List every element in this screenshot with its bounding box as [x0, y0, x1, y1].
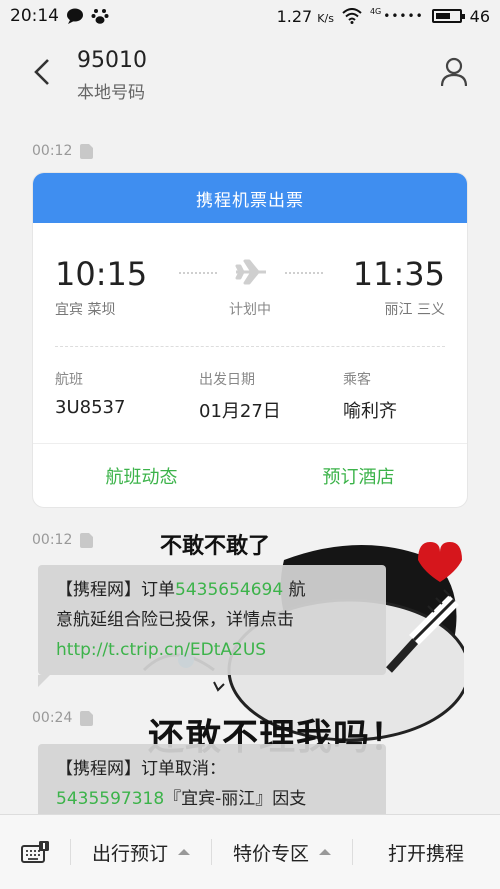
contact-number: 95010	[77, 48, 147, 73]
flight-status-button[interactable]: 航班动态	[33, 444, 250, 507]
flight-number: 3U8537	[55, 397, 126, 418]
sticker-top-text: 不敢不敢了	[160, 534, 271, 559]
sim-icon	[80, 532, 94, 548]
passenger-name: 喻利齐	[343, 401, 397, 422]
chevron-left-icon	[34, 59, 49, 85]
person-icon	[441, 57, 467, 87]
status-bar: 20:14 1.27 K/s 4G ••••• 46	[0, 0, 500, 32]
departure-date: 01月27日	[199, 401, 281, 422]
wifi-icon	[342, 8, 362, 24]
message-prefix: 【携程网】订单	[56, 580, 175, 600]
timestamp-text: 00:24	[32, 710, 73, 726]
flight-route: 10:15 宜宾 菜坝 计划中 11:35 丽江 三义	[33, 223, 467, 343]
date-label: 出发日期	[199, 372, 255, 388]
menu-open-ctrip[interactable]: 打开携程	[353, 815, 499, 889]
arrival-time: 11:35	[352, 255, 445, 293]
status-time: 20:14	[10, 6, 59, 26]
passenger-label: 乘客	[343, 372, 371, 388]
menu-label: 打开携程	[387, 842, 464, 865]
menu-label: 出行预订	[91, 842, 168, 865]
message-text: 航	[283, 580, 306, 600]
network-type: 4G	[369, 6, 382, 16]
message-timestamp: 00:12	[32, 143, 94, 159]
contact-profile-button[interactable]	[434, 52, 474, 92]
timestamp-text: 00:12	[32, 143, 73, 159]
message-bubble[interactable]: 【携程网】订单5435654694 航 意航延组合险已投保，详情点击 http:…	[38, 565, 386, 687]
airplane-icon	[235, 259, 266, 285]
message-text: 『宜宾-丽江』因支	[164, 789, 307, 809]
book-hotel-button[interactable]: 预订酒店	[250, 444, 467, 507]
flight-ticket-card[interactable]: 携程机票出票 10:15 宜宾 菜坝 计划中 11:35 丽江 三义 航班 3U…	[32, 172, 468, 508]
contact-label: 本地号码	[77, 83, 145, 103]
message-text: 意航延组合险已投保，详情点击	[56, 610, 294, 630]
network-speed-unit: K/s	[317, 11, 334, 25]
sim-icon	[80, 710, 94, 726]
departure-time: 10:15	[55, 255, 148, 293]
card-header: 携程机票出票	[33, 173, 467, 223]
arrival-city: 丽江 三义	[384, 302, 445, 318]
message-text: 【携程网】订单取消：	[56, 759, 226, 779]
order-number-link[interactable]: 5435654694	[175, 580, 283, 600]
triangle-up-icon	[319, 849, 331, 855]
menu-special-deals[interactable]: 特价专区	[212, 815, 352, 889]
back-button[interactable]	[22, 50, 62, 94]
paw-notification-icon	[91, 9, 109, 24]
network-speed: 1.27	[276, 6, 313, 26]
flight-label: 航班	[55, 372, 83, 388]
timestamp-text: 00:12	[32, 532, 73, 548]
message-timestamp: 00:24	[32, 710, 94, 726]
menu-travel-booking[interactable]: 出行预订	[71, 815, 211, 889]
signal-dots: •••••	[383, 9, 424, 23]
battery-level: 46	[469, 6, 490, 26]
keyboard-icon	[21, 841, 49, 863]
sim-icon	[80, 143, 94, 159]
menu-label: 特价专区	[232, 842, 309, 865]
service-menu-bar: 出行预订 特价专区 打开携程	[0, 814, 500, 889]
triangle-up-icon	[178, 849, 190, 855]
message-url-link[interactable]: http://t.ctrip.cn/EDtA2US	[56, 635, 370, 665]
flight-info: 航班 3U8537 出发日期 01月27日 乘客 喻利齐	[33, 369, 467, 429]
conversation-header: 95010 本地号码	[0, 32, 500, 112]
chat-notification-icon	[67, 8, 83, 24]
divider	[55, 346, 445, 347]
flight-path	[179, 257, 323, 287]
battery-icon	[431, 9, 465, 23]
keyboard-toggle-button[interactable]	[0, 815, 70, 889]
message-timestamp: 00:12	[32, 532, 94, 548]
order-number-link[interactable]: 5435597318	[56, 789, 164, 809]
card-actions: 航班动态 预订酒店	[33, 443, 467, 507]
